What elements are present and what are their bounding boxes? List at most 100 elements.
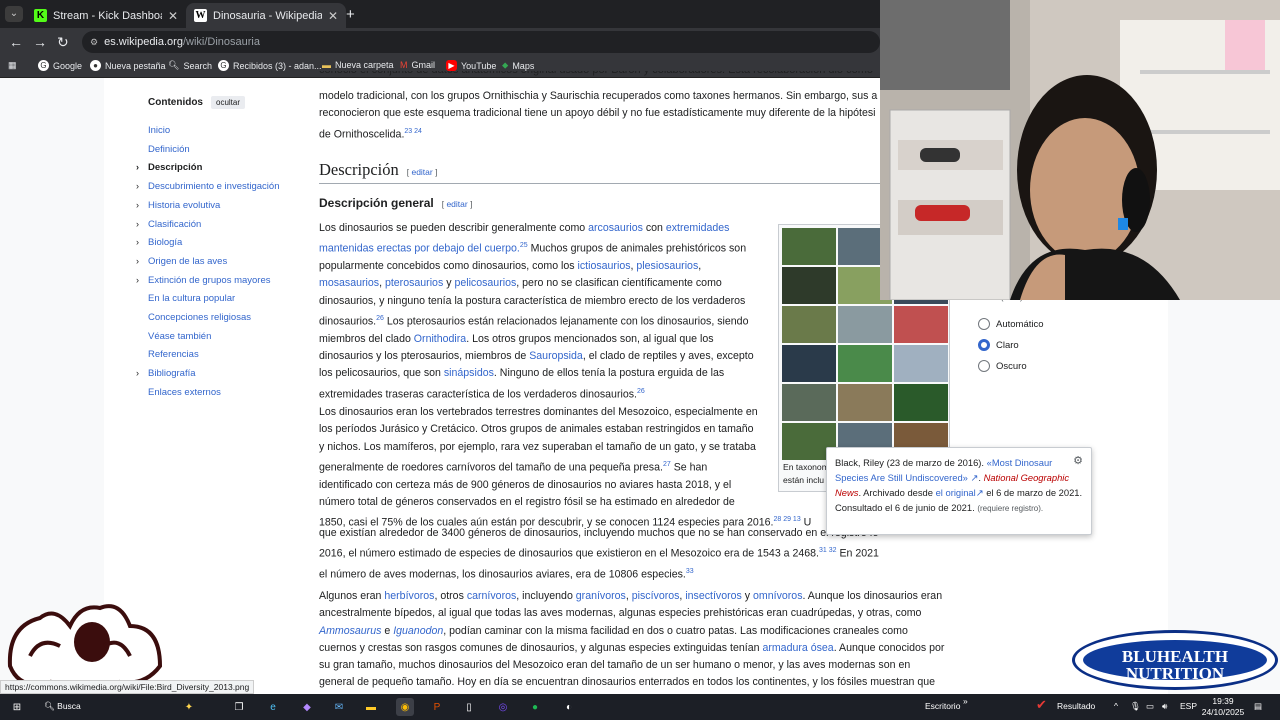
toc-item[interactable]: › Biología bbox=[136, 237, 182, 248]
desktop-label[interactable]: Escritorio bbox=[925, 701, 960, 711]
link-pelicosaurios[interactable]: pelicosaurios bbox=[454, 277, 516, 289]
copilot-icon[interactable]: ✦ bbox=[180, 698, 198, 716]
task-view-icon[interactable]: ❐ bbox=[230, 698, 248, 716]
edge-icon[interactable]: e bbox=[264, 698, 282, 716]
back-icon[interactable]: ← bbox=[9, 34, 23, 50]
edit-link[interactable]: editar bbox=[446, 199, 467, 209]
new-tab-button[interactable]: + bbox=[346, 6, 355, 23]
link-iguanodon[interactable]: Iguanodon bbox=[393, 625, 443, 637]
mic-icon[interactable]: 🎙︎ bbox=[1130, 701, 1141, 712]
link-ictiosaurios[interactable]: ictiosaurios bbox=[578, 260, 631, 272]
toc-item[interactable]: › Descubrimiento e investigación bbox=[136, 181, 279, 192]
citation-link[interactable]: 33 bbox=[686, 568, 694, 575]
bookmark-maps[interactable]: ⬥ Maps bbox=[502, 60, 534, 71]
link-extremidades-cont[interactable]: mantenidas erectas por debajo del cuerpo… bbox=[319, 243, 520, 255]
link-armadura-osea[interactable]: armadura ósea bbox=[762, 642, 833, 654]
link-ornithodira[interactable]: Ornithodira bbox=[414, 333, 466, 345]
bookmark-recibidos[interactable]: G Recibidos (3) - adan... bbox=[218, 60, 322, 71]
chrome-icon[interactable]: ◉ bbox=[396, 698, 414, 716]
citation-link[interactable]: 27 bbox=[663, 461, 671, 468]
link-pterosaurios[interactable]: pterosaurios bbox=[385, 277, 443, 289]
chevron-right-icon[interactable]: › bbox=[136, 275, 139, 285]
site-info-icon[interactable]: ⚙ bbox=[90, 37, 98, 48]
link-herbivoros[interactable]: herbívoros bbox=[384, 590, 434, 602]
notification-icon[interactable]: ▤ bbox=[1254, 701, 1262, 712]
toc-item[interactable]: › Extinción de grupos mayores bbox=[136, 275, 271, 286]
citation-link[interactable]: 25 bbox=[520, 242, 528, 249]
forward-icon[interactable]: → bbox=[33, 34, 47, 50]
chevron-right-icon[interactable]: › bbox=[136, 256, 139, 266]
network-icon[interactable]: ▭ bbox=[1146, 701, 1154, 712]
link-omnivoros[interactable]: omnívoros bbox=[753, 590, 802, 602]
bookmark-nueva-pestana[interactable]: ● Nueva pestaña bbox=[90, 60, 166, 71]
chevron-up-icon[interactable]: ^ bbox=[1114, 701, 1118, 711]
chevron-right-icon[interactable]: › bbox=[136, 219, 139, 229]
copilot-app-icon[interactable]: ◆ bbox=[298, 698, 316, 716]
chevron-right-icon[interactable]: › bbox=[136, 368, 139, 378]
link-ammosaurus[interactable]: Ammosaurus bbox=[319, 625, 381, 637]
toc-item[interactable]: Enlaces externos bbox=[148, 387, 221, 398]
bookmark-google[interactable]: G Google bbox=[38, 60, 82, 71]
ref-original-link[interactable]: original bbox=[946, 487, 976, 498]
theme-automatic-radio[interactable]: Automático bbox=[978, 318, 1044, 330]
toc-item[interactable]: Referencias bbox=[148, 349, 199, 360]
edit-section-link[interactable]: [ editar ] bbox=[407, 167, 438, 177]
file-explorer-icon[interactable]: ▬ bbox=[362, 698, 380, 716]
citation-link[interactable]: 26 bbox=[637, 388, 645, 395]
windows-start-icon[interactable]: ⊞ bbox=[8, 698, 26, 716]
volume-icon[interactable]: 🔊︎ bbox=[1162, 701, 1167, 712]
link-carnivoros[interactable]: carnívoros bbox=[467, 590, 516, 602]
link-piscivoros[interactable]: piscívoros bbox=[632, 590, 680, 602]
toc-item[interactable]: › Historia evolutiva bbox=[136, 200, 220, 211]
reload-icon[interactable]: ↻ bbox=[57, 34, 69, 51]
taskbar-search[interactable]: 🔍︎ Busca bbox=[44, 701, 81, 712]
chevron-right-icon[interactable]: › bbox=[136, 237, 139, 247]
citation-link[interactable]: 28 29 13 bbox=[773, 516, 800, 523]
citation-link[interactable]: 31 32 bbox=[819, 547, 837, 554]
tab-wikipedia[interactable]: W Dinosauria - Wikipedia, la encic ✕ bbox=[186, 3, 346, 28]
toc-item[interactable]: › Bibliografía bbox=[136, 368, 196, 379]
link-arcosaurios[interactable]: arcosaurios bbox=[588, 222, 643, 234]
link-extremidades[interactable]: extremidades bbox=[666, 222, 730, 234]
chevron-right-icon[interactable]: › bbox=[136, 162, 139, 172]
edit-subsection-link[interactable]: [ editar ] bbox=[442, 199, 473, 209]
link-granivoros[interactable]: granívoros bbox=[576, 590, 626, 602]
spotify-icon[interactable]: ● bbox=[526, 698, 544, 716]
bookmark-gmail[interactable]: M Gmail bbox=[400, 60, 435, 70]
theme-dark-radio[interactable]: Oscuro bbox=[978, 360, 1027, 372]
toc-item[interactable]: › Descripción bbox=[136, 162, 202, 173]
result-widget[interactable]: Resultado bbox=[1057, 701, 1095, 711]
address-bar[interactable]: ⚙ es.wikipedia.org/wiki/Dinosauria bbox=[82, 31, 880, 53]
link-mosasaurios[interactable]: mosasaurios bbox=[319, 277, 379, 289]
toc-item[interactable]: Definición bbox=[148, 144, 190, 155]
language-indicator[interactable]: ESP bbox=[1180, 701, 1197, 711]
chevron-right-icon[interactable]: › bbox=[136, 181, 139, 191]
powerpoint-icon[interactable]: P bbox=[428, 698, 446, 716]
link-plesiosaurios[interactable]: plesiosaurios bbox=[636, 260, 698, 272]
close-icon[interactable]: ✕ bbox=[328, 9, 338, 23]
obs-icon[interactable]: ◎ bbox=[494, 698, 512, 716]
apps-icon[interactable]: ▦ bbox=[8, 60, 17, 71]
chevron-right-icon[interactable]: › bbox=[136, 200, 139, 210]
toc-item[interactable]: › Origen de las aves bbox=[136, 256, 227, 267]
mail-icon[interactable]: ✉ bbox=[330, 698, 348, 716]
toc-item[interactable]: Inicio bbox=[148, 125, 170, 136]
toc-item[interactable]: › Clasificación bbox=[136, 219, 201, 230]
theme-light-radio[interactable]: Claro bbox=[978, 339, 1019, 351]
toc-hide-button[interactable]: ocultar bbox=[211, 96, 246, 109]
gear-icon[interactable]: ⚙ bbox=[1073, 454, 1083, 469]
citation-link[interactable]: 23 24 bbox=[404, 128, 422, 135]
ref-original-link[interactable]: el bbox=[936, 487, 943, 498]
close-icon[interactable]: ✕ bbox=[168, 9, 178, 23]
chevron-right-icon[interactable]: » bbox=[963, 696, 968, 706]
tab-kick-dashboard[interactable]: K Stream - Kick Dashboard ✕ bbox=[26, 3, 186, 28]
link-insectivoros[interactable]: insectívoros bbox=[685, 590, 742, 602]
link-sauropsida[interactable]: Sauropsida bbox=[529, 350, 583, 362]
edit-link[interactable]: editar bbox=[411, 167, 432, 177]
citation-link[interactable]: 26 bbox=[376, 315, 384, 322]
toc-item[interactable]: En la cultura popular bbox=[148, 293, 235, 304]
bookmark-nueva-carpeta[interactable]: ▬ Nueva carpeta bbox=[322, 60, 394, 70]
toc-item[interactable]: Véase también bbox=[148, 331, 211, 342]
link-sinapsidos[interactable]: sinápsidos bbox=[444, 367, 494, 379]
bookmark-search[interactable]: 🔍︎ Search bbox=[168, 60, 212, 71]
